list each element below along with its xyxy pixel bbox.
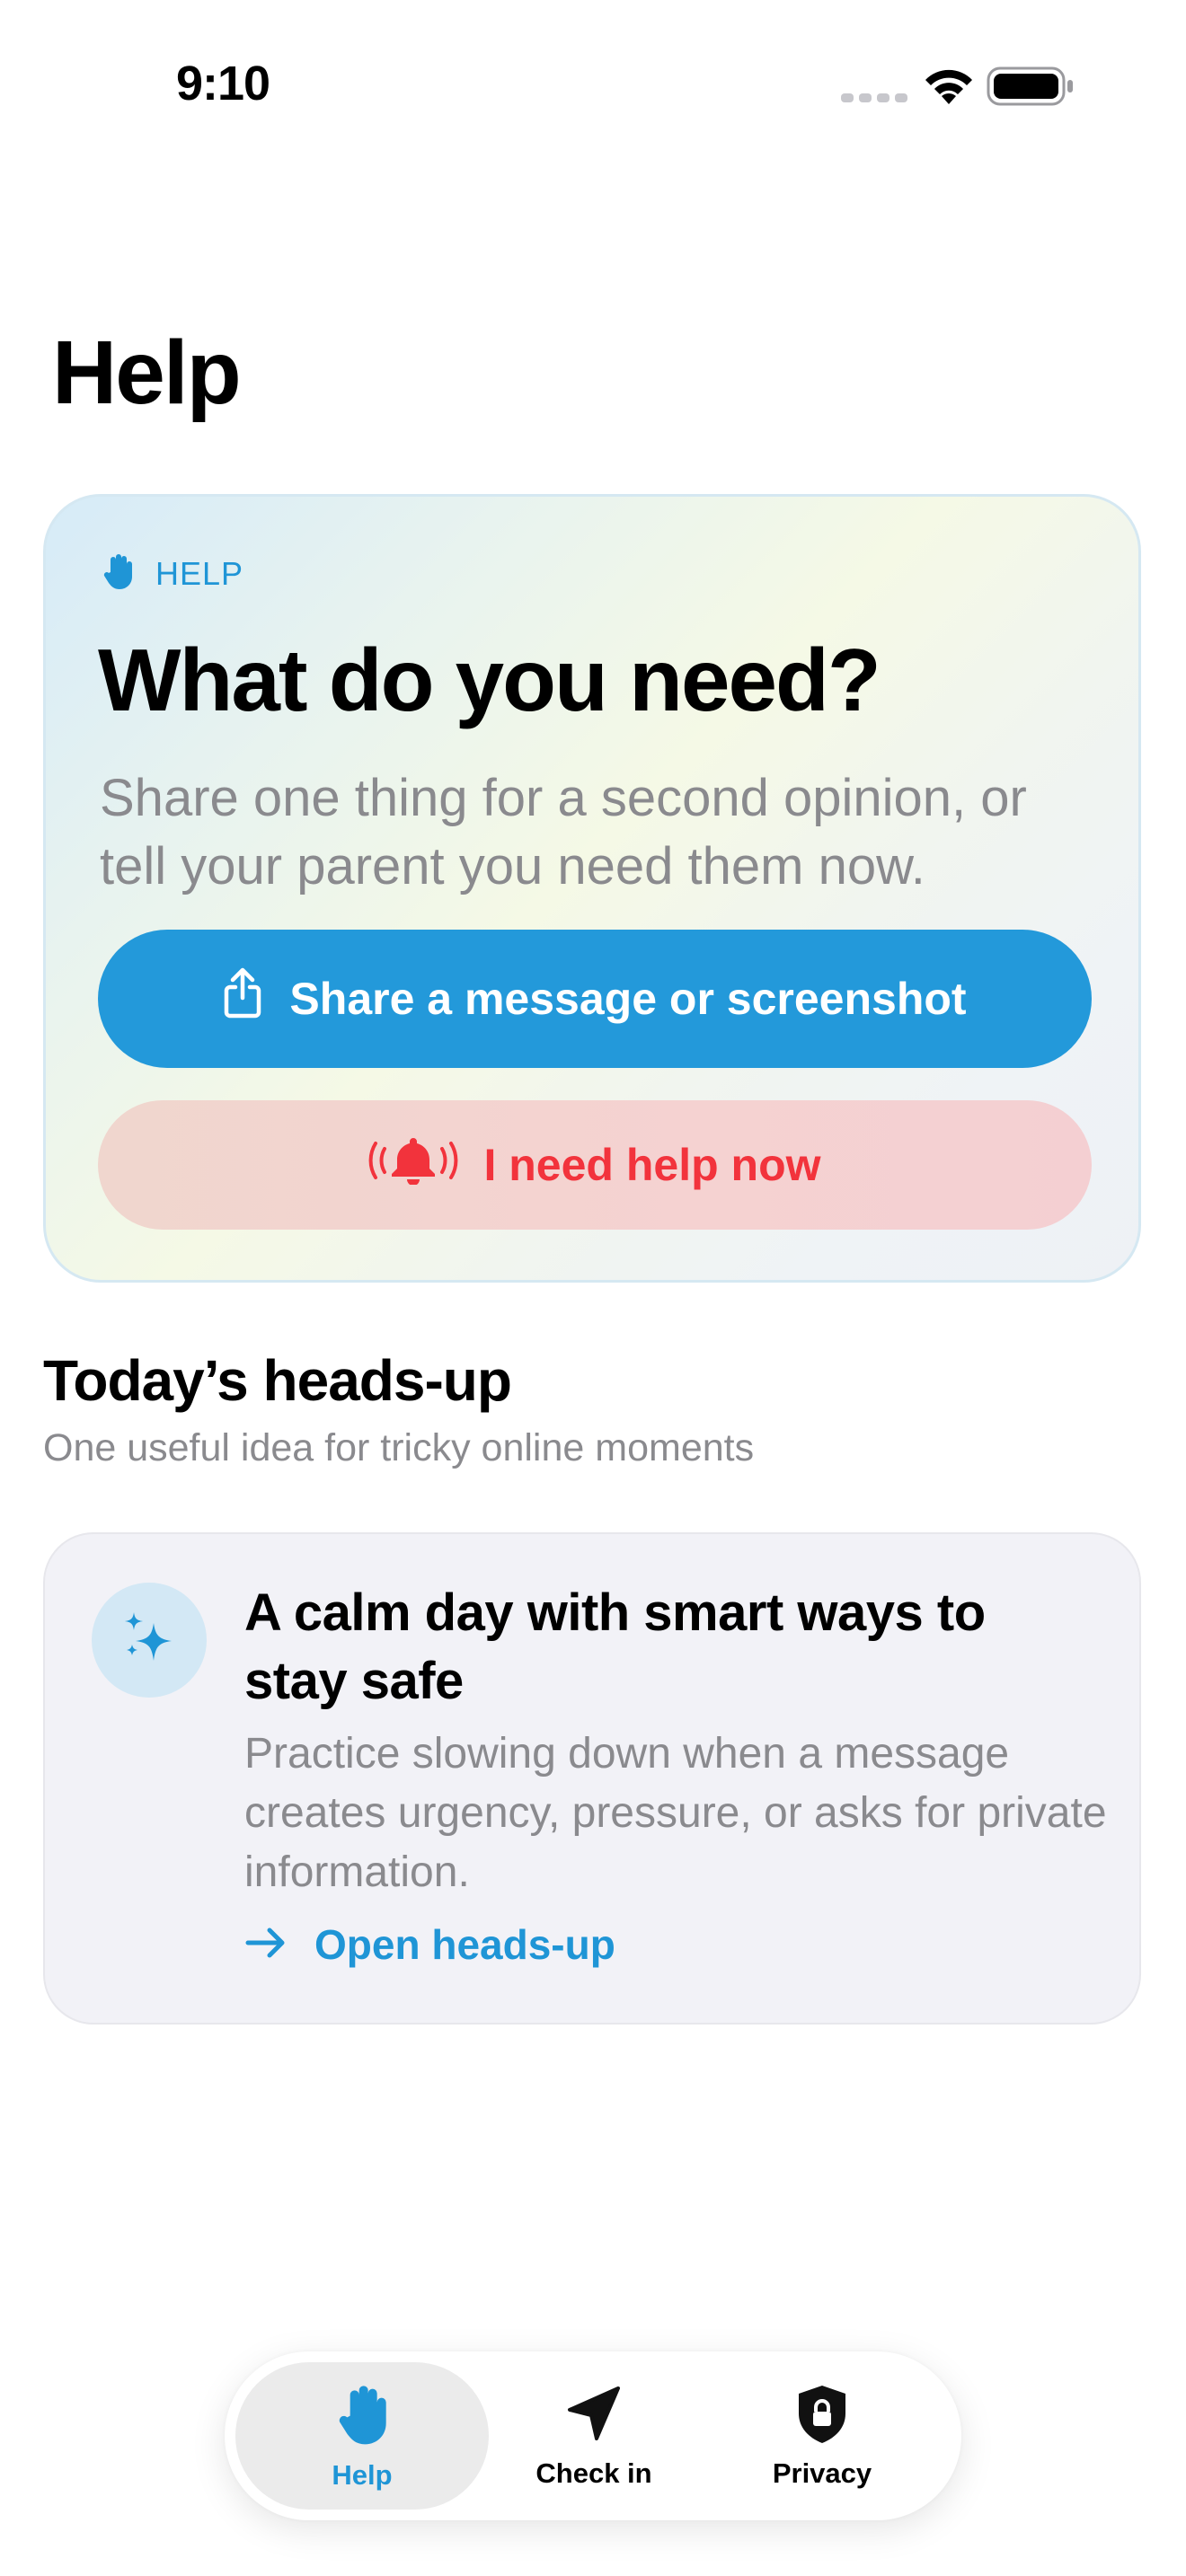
tab-help-label: Help: [332, 2458, 393, 2491]
arrow-right-icon: [244, 1920, 288, 1969]
wifi-icon: [925, 69, 972, 104]
headsup-card[interactable]: A calm day with smart ways to stay safe …: [43, 1532, 1141, 2025]
help-card: HELP What do you need? Share one thing f…: [43, 494, 1141, 1283]
share-icon: [223, 967, 262, 1030]
share-button-label: Share a message or screenshot: [289, 974, 967, 1024]
page-title: Help: [52, 322, 242, 423]
headsup-card-body: Practice slowing down when a message cre…: [244, 1730, 1107, 1896]
open-headsup-link[interactable]: Open heads-up: [244, 1920, 615, 1969]
sparkles-icon-badge: [92, 1583, 207, 1698]
tab-bar: Help Check in Privacy: [225, 2351, 961, 2520]
hand-raised-icon: [335, 2381, 389, 2452]
cellular-signal-icon: [841, 93, 907, 102]
battery-icon: [987, 66, 1073, 106]
headsup-card-title: A calm day with smart ways to stay safe: [244, 1584, 986, 1710]
tab-privacy-label: Privacy: [772, 2457, 872, 2489]
help-tag-label: HELP: [155, 554, 244, 592]
tab-check-in[interactable]: Check in: [467, 2362, 721, 2510]
tab-check-in-label: Check in: [535, 2457, 652, 2489]
hero-title: What do you need?: [98, 631, 881, 729]
hero-subtitle: Share one thing for a second opinion, or…: [100, 769, 1027, 895]
status-icons: [836, 63, 1078, 108]
alarm-bell-icon: [368, 1134, 458, 1195]
share-message-button[interactable]: Share a message or screenshot: [98, 930, 1092, 1068]
lock-shield-icon: [795, 2383, 849, 2450]
tab-help[interactable]: Help: [235, 2362, 489, 2510]
help-tag: HELP: [102, 552, 243, 595]
status-time: 9:10: [176, 57, 270, 110]
sparkles-icon: [119, 1609, 179, 1672]
need-help-now-button[interactable]: I need help now: [98, 1100, 1092, 1230]
headsup-subtitle: One useful idea for tricky online moment…: [43, 1426, 755, 1469]
location-arrow-icon: [562, 2383, 625, 2450]
open-headsup-label: Open heads-up: [314, 1921, 615, 1968]
hand-raised-icon: [102, 552, 134, 595]
help-button-label: I need help now: [483, 1140, 821, 1190]
tab-privacy[interactable]: Privacy: [695, 2362, 949, 2510]
headsup-title: Today’s heads-up: [43, 1348, 512, 1413]
